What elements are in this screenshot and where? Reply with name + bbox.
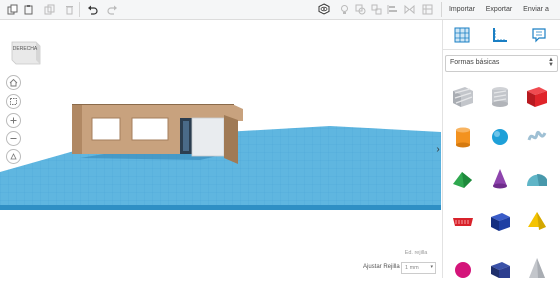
shape-box-navy[interactable]: [487, 252, 513, 278]
shape-cylinder-hole[interactable]: [487, 84, 513, 110]
delete-icon[interactable]: [63, 3, 75, 15]
shape-cylinder[interactable]: [450, 124, 476, 150]
grid-view-icon[interactable]: [453, 26, 471, 44]
snap-grid-label: Ajustar Rejilla: [363, 264, 400, 270]
send-to-button[interactable]: Enviar a: [520, 3, 552, 16]
door-panel: [191, 117, 225, 157]
minus-icon: [10, 138, 17, 139]
snap-grid-select[interactable]: 1 mm ▾: [401, 262, 436, 274]
edit-grid-button[interactable]: Ed. rejilla: [397, 250, 435, 260]
workplane-canvas[interactable]: [0, 20, 441, 278]
shape-roof[interactable]: [450, 166, 476, 192]
shape-category-dropdown[interactable]: Formas básicas ▲ ▼: [445, 55, 558, 72]
mirror-icon[interactable]: [403, 3, 415, 15]
collapse-panel-chevron-icon[interactable]: ›: [434, 142, 441, 156]
shape-sphere[interactable]: [487, 124, 513, 150]
visibility-icon[interactable]: [318, 3, 330, 15]
view-cube[interactable]: DERECHA: [10, 40, 42, 65]
fit-icon: [10, 98, 17, 105]
lightbulb-icon[interactable]: [338, 3, 350, 15]
wall-left: [72, 104, 82, 154]
zoom-in-button[interactable]: [6, 113, 21, 128]
ungroup-icon[interactable]: [370, 3, 382, 15]
copy-icon[interactable]: [6, 3, 18, 15]
shape-cube-blue[interactable]: [487, 208, 513, 234]
chevron-down-icon: ▾: [430, 264, 433, 270]
shape-box-hole[interactable]: [450, 84, 476, 110]
shape-cone[interactable]: [487, 166, 513, 192]
workplane-icon[interactable]: [421, 3, 433, 15]
undo-icon[interactable]: [86, 3, 98, 15]
home-view-button[interactable]: [6, 75, 21, 90]
dropdown-arrows-icon: ▲ ▼: [548, 57, 554, 68]
shape-sphere-magenta[interactable]: [450, 252, 476, 278]
shape-pyramid[interactable]: [524, 208, 550, 234]
ruler-icon[interactable]: [491, 26, 509, 44]
redo-icon[interactable]: [106, 3, 118, 15]
panel-divider: [443, 49, 560, 50]
duplicate-icon[interactable]: [43, 3, 55, 15]
top-toolbar: Importar Exportar Enviar a: [0, 0, 560, 20]
toolbar-divider: [79, 2, 80, 17]
shape-box[interactable]: [524, 84, 550, 110]
export-button[interactable]: Exportar: [484, 3, 514, 16]
plus-icon: [10, 117, 17, 124]
window-right: [131, 117, 169, 141]
paste-icon[interactable]: [22, 3, 34, 15]
notes-icon[interactable]: [530, 26, 548, 44]
view-cube-label: DERECHA: [12, 46, 38, 52]
home-icon: [9, 78, 18, 87]
group-icon[interactable]: [354, 3, 366, 15]
import-button[interactable]: Importar: [446, 3, 478, 16]
dropdown-label: Formas básicas: [450, 59, 500, 66]
perspective-icon: [10, 153, 17, 160]
window-left: [91, 117, 121, 141]
workplane-view[interactable]: DERECHA ›: [0, 20, 441, 278]
snap-grid-value: 1 mm: [405, 265, 419, 271]
shape-scribble[interactable]: [524, 124, 550, 150]
shape-cone-gray[interactable]: [524, 252, 550, 278]
shape-round-roof[interactable]: [524, 166, 550, 192]
wall-right: [224, 115, 238, 164]
toolbar-divider-right: [441, 2, 442, 17]
align-icon[interactable]: [386, 3, 398, 15]
fit-view-button[interactable]: [6, 94, 21, 109]
zoom-out-button[interactable]: [6, 131, 21, 146]
shape-text[interactable]: [450, 208, 476, 234]
perspective-button[interactable]: [6, 149, 21, 164]
